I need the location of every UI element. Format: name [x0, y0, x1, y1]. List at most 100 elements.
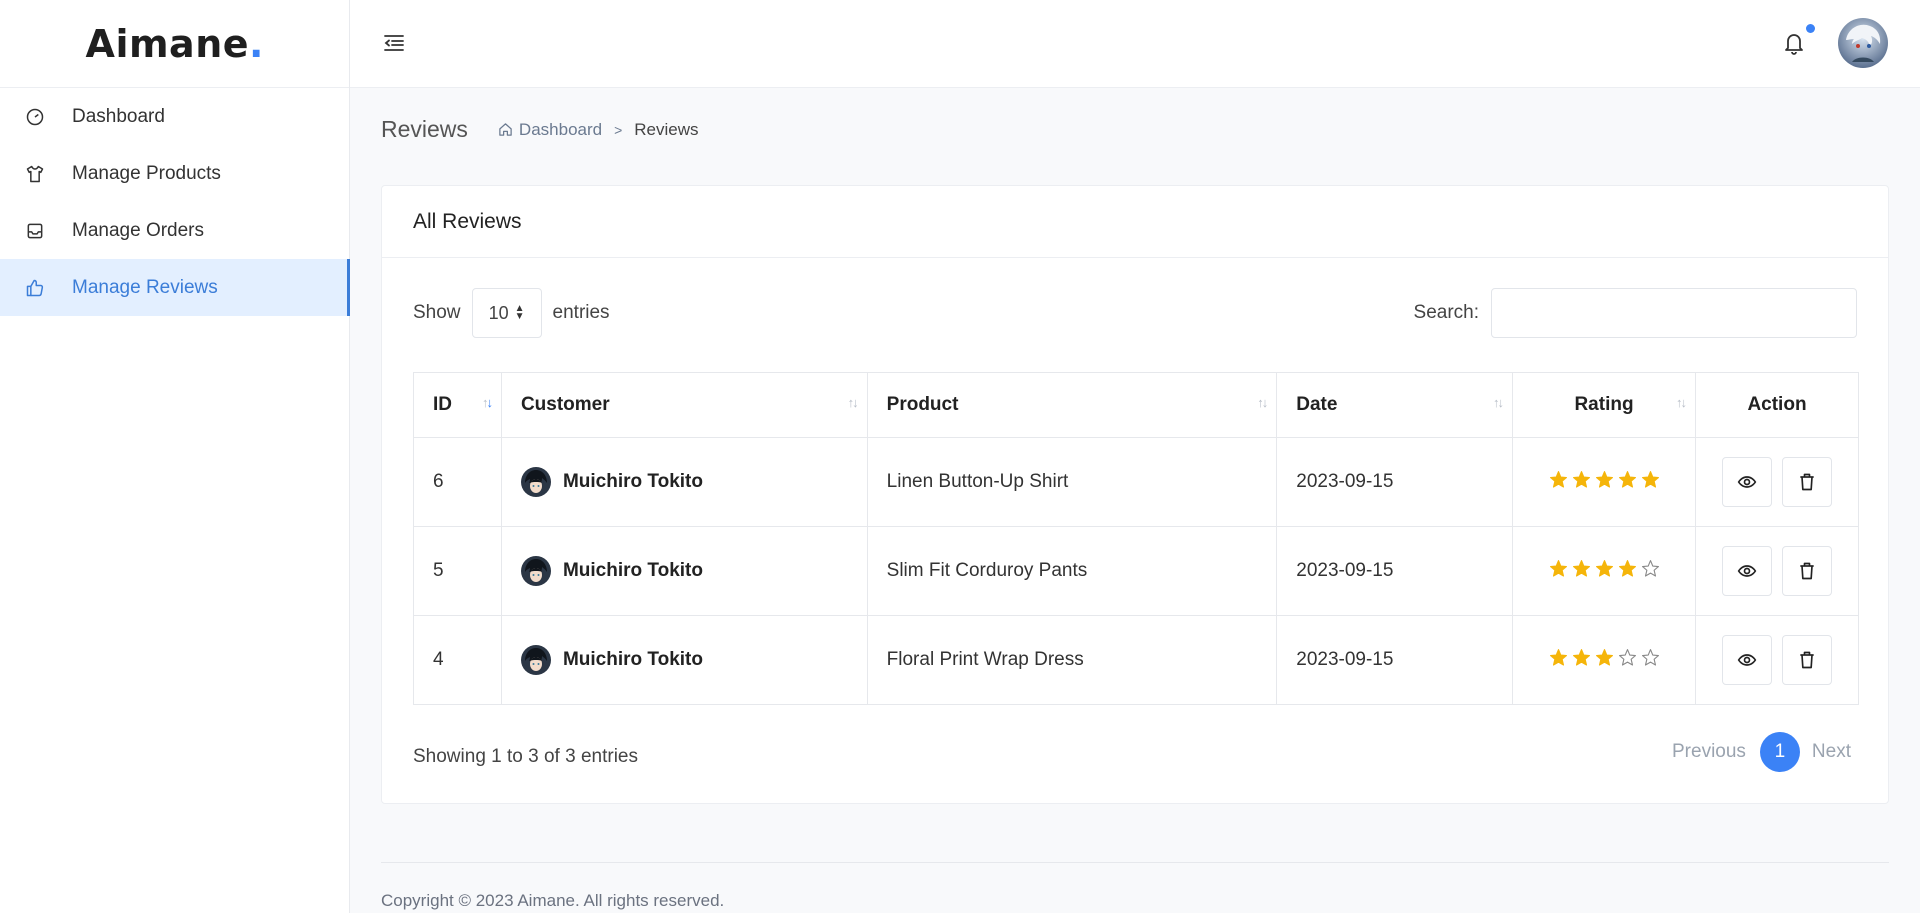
- column-header-customer[interactable]: Customer ↑↓: [500, 372, 868, 438]
- delete-button[interactable]: [1781, 635, 1832, 685]
- table-controls: Show 10 ▲ ▼ entries Search:: [413, 288, 1857, 338]
- sidebar-nav: Dashboard Manage Products Manage Orders …: [0, 88, 350, 316]
- sort-icon: ↑↓: [481, 395, 493, 410]
- dashboard-gauge-icon: [24, 106, 46, 128]
- sort-icon: ↑↓: [1675, 395, 1687, 410]
- column-header-label: Product: [886, 394, 959, 415]
- card-title: All Reviews: [382, 186, 1888, 258]
- view-button[interactable]: [1721, 635, 1772, 685]
- entries-label: entries: [552, 302, 610, 323]
- table-info: Showing 1 to 3 of 3 entries: [413, 746, 638, 767]
- entries-control: Show 10 ▲ ▼ entries: [413, 288, 610, 338]
- sidebar-item-label: Manage Reviews: [72, 276, 218, 298]
- reviews-card: All Reviews Show 10 ▲ ▼ entries Search: I…: [381, 185, 1889, 804]
- column-header-date[interactable]: Date ↑↓: [1276, 372, 1514, 438]
- breadcrumb-current: Reviews: [634, 119, 699, 139]
- star-empty-icon: [1641, 648, 1659, 666]
- cell-rating: [1512, 615, 1696, 705]
- star-filled-icon: [1595, 470, 1613, 488]
- cell-product: Floral Print Wrap Dress: [866, 615, 1278, 705]
- sidebar-item-dashboard[interactable]: Dashboard: [0, 88, 349, 145]
- cell-date: 2023-09-15: [1276, 437, 1514, 527]
- rating-stars: [1549, 559, 1660, 578]
- row-actions: [1715, 635, 1839, 685]
- search-control: Search:: [1414, 288, 1857, 338]
- cell-rating: [1512, 437, 1696, 527]
- search-label: Search:: [1413, 302, 1479, 323]
- star-filled-icon: [1618, 559, 1636, 577]
- pagination-page-1[interactable]: 1: [1759, 732, 1800, 772]
- delete-button[interactable]: [1781, 546, 1832, 596]
- cell-id: 4: [413, 615, 502, 705]
- cell-customer: Muichiro Tokito: [500, 526, 868, 616]
- entries-select-value: 10: [488, 302, 509, 323]
- customer: Muichiro Tokito: [520, 556, 848, 586]
- notification-bell-icon[interactable]: [1782, 30, 1808, 58]
- customer-name: Muichiro Tokito: [562, 649, 703, 670]
- view-button[interactable]: [1721, 457, 1772, 507]
- shirt-icon: [24, 163, 46, 185]
- star-empty-icon: [1641, 559, 1659, 577]
- brand-name: Aimane: [85, 21, 250, 66]
- star-filled-icon: [1572, 559, 1590, 577]
- breadcrumb: Dashboard > Reviews: [498, 120, 699, 140]
- column-header-label: Rating: [1574, 394, 1634, 415]
- breadcrumb-home-link[interactable]: Dashboard: [498, 120, 602, 140]
- rating-stars: [1549, 470, 1660, 489]
- logo[interactable]: Aimane.: [0, 0, 349, 88]
- table-row: 4 Muichiro Tokito Floral Print Wrap Dres…: [413, 615, 1860, 705]
- topbar: [350, 0, 1920, 88]
- page-header: Reviews Dashboard > Reviews: [381, 116, 699, 143]
- table-row: 5 Muichiro Tokito Slim Fit Corduroy Pant…: [413, 526, 1860, 616]
- star-filled-icon: [1572, 470, 1590, 488]
- view-button[interactable]: [1721, 546, 1772, 596]
- column-header-rating[interactable]: Rating ↑↓: [1512, 372, 1696, 438]
- notification-dot: [1806, 24, 1815, 33]
- column-header-action: Action: [1694, 372, 1860, 438]
- user-avatar[interactable]: [1838, 18, 1888, 68]
- thumbs-up-icon: [24, 277, 46, 299]
- eye-icon: [1737, 561, 1757, 581]
- cell-date: 2023-09-15: [1276, 526, 1514, 616]
- show-label: Show: [413, 302, 461, 323]
- menu-collapse-icon[interactable]: [382, 31, 408, 57]
- customer-avatar: [520, 467, 551, 497]
- column-header-label: Customer: [520, 394, 610, 415]
- sidebar-item-manage-orders[interactable]: Manage Orders: [0, 202, 349, 259]
- footer-divider: [381, 862, 1889, 863]
- delete-button[interactable]: [1781, 457, 1832, 507]
- cell-date: 2023-09-15: [1276, 615, 1514, 705]
- star-filled-icon: [1572, 648, 1590, 666]
- brand-dot: .: [249, 21, 264, 66]
- cell-id: 5: [413, 526, 502, 616]
- cell-customer: Muichiro Tokito: [500, 437, 868, 527]
- sidebar-item-label: Manage Products: [72, 162, 221, 184]
- breadcrumb-separator: >: [614, 121, 623, 138]
- row-actions: [1715, 546, 1839, 596]
- search-input[interactable]: [1491, 288, 1857, 338]
- star-filled-icon: [1641, 470, 1659, 488]
- star-filled-icon: [1549, 470, 1567, 488]
- eye-icon: [1737, 472, 1757, 492]
- pagination-previous[interactable]: Previous: [1672, 741, 1746, 763]
- sidebar-item-manage-reviews[interactable]: Manage Reviews: [0, 259, 350, 316]
- trash-icon: [1797, 561, 1817, 581]
- trash-icon: [1797, 650, 1817, 670]
- sort-updown-icon: ▲ ▼: [514, 303, 525, 322]
- star-filled-icon: [1595, 559, 1613, 577]
- column-header-product[interactable]: Product ↑↓: [866, 372, 1278, 438]
- rating-stars: [1549, 648, 1660, 667]
- reviews-table: ID ↑↓ Customer ↑↓ Product ↑↓ Date ↑↓ Rating ↑…: [413, 372, 1860, 705]
- trash-icon: [1797, 472, 1817, 492]
- sidebar-item-label: Manage Orders: [72, 219, 205, 241]
- cell-action: [1694, 437, 1860, 527]
- pagination-next[interactable]: Next: [1812, 741, 1851, 763]
- entries-select[interactable]: 10 ▲ ▼: [471, 288, 542, 338]
- column-header-id[interactable]: ID ↑↓: [413, 372, 502, 438]
- table-header-row: ID ↑↓ Customer ↑↓ Product ↑↓ Date ↑↓ Rating ↑…: [413, 372, 1860, 438]
- customer-name: Muichiro Tokito: [562, 560, 703, 581]
- sort-icon: ↑↓: [1257, 395, 1268, 410]
- pagination: Previous 1 Next: [1672, 732, 1851, 772]
- home-icon: [498, 122, 513, 137]
- sidebar-item-manage-products[interactable]: Manage Products: [0, 145, 349, 202]
